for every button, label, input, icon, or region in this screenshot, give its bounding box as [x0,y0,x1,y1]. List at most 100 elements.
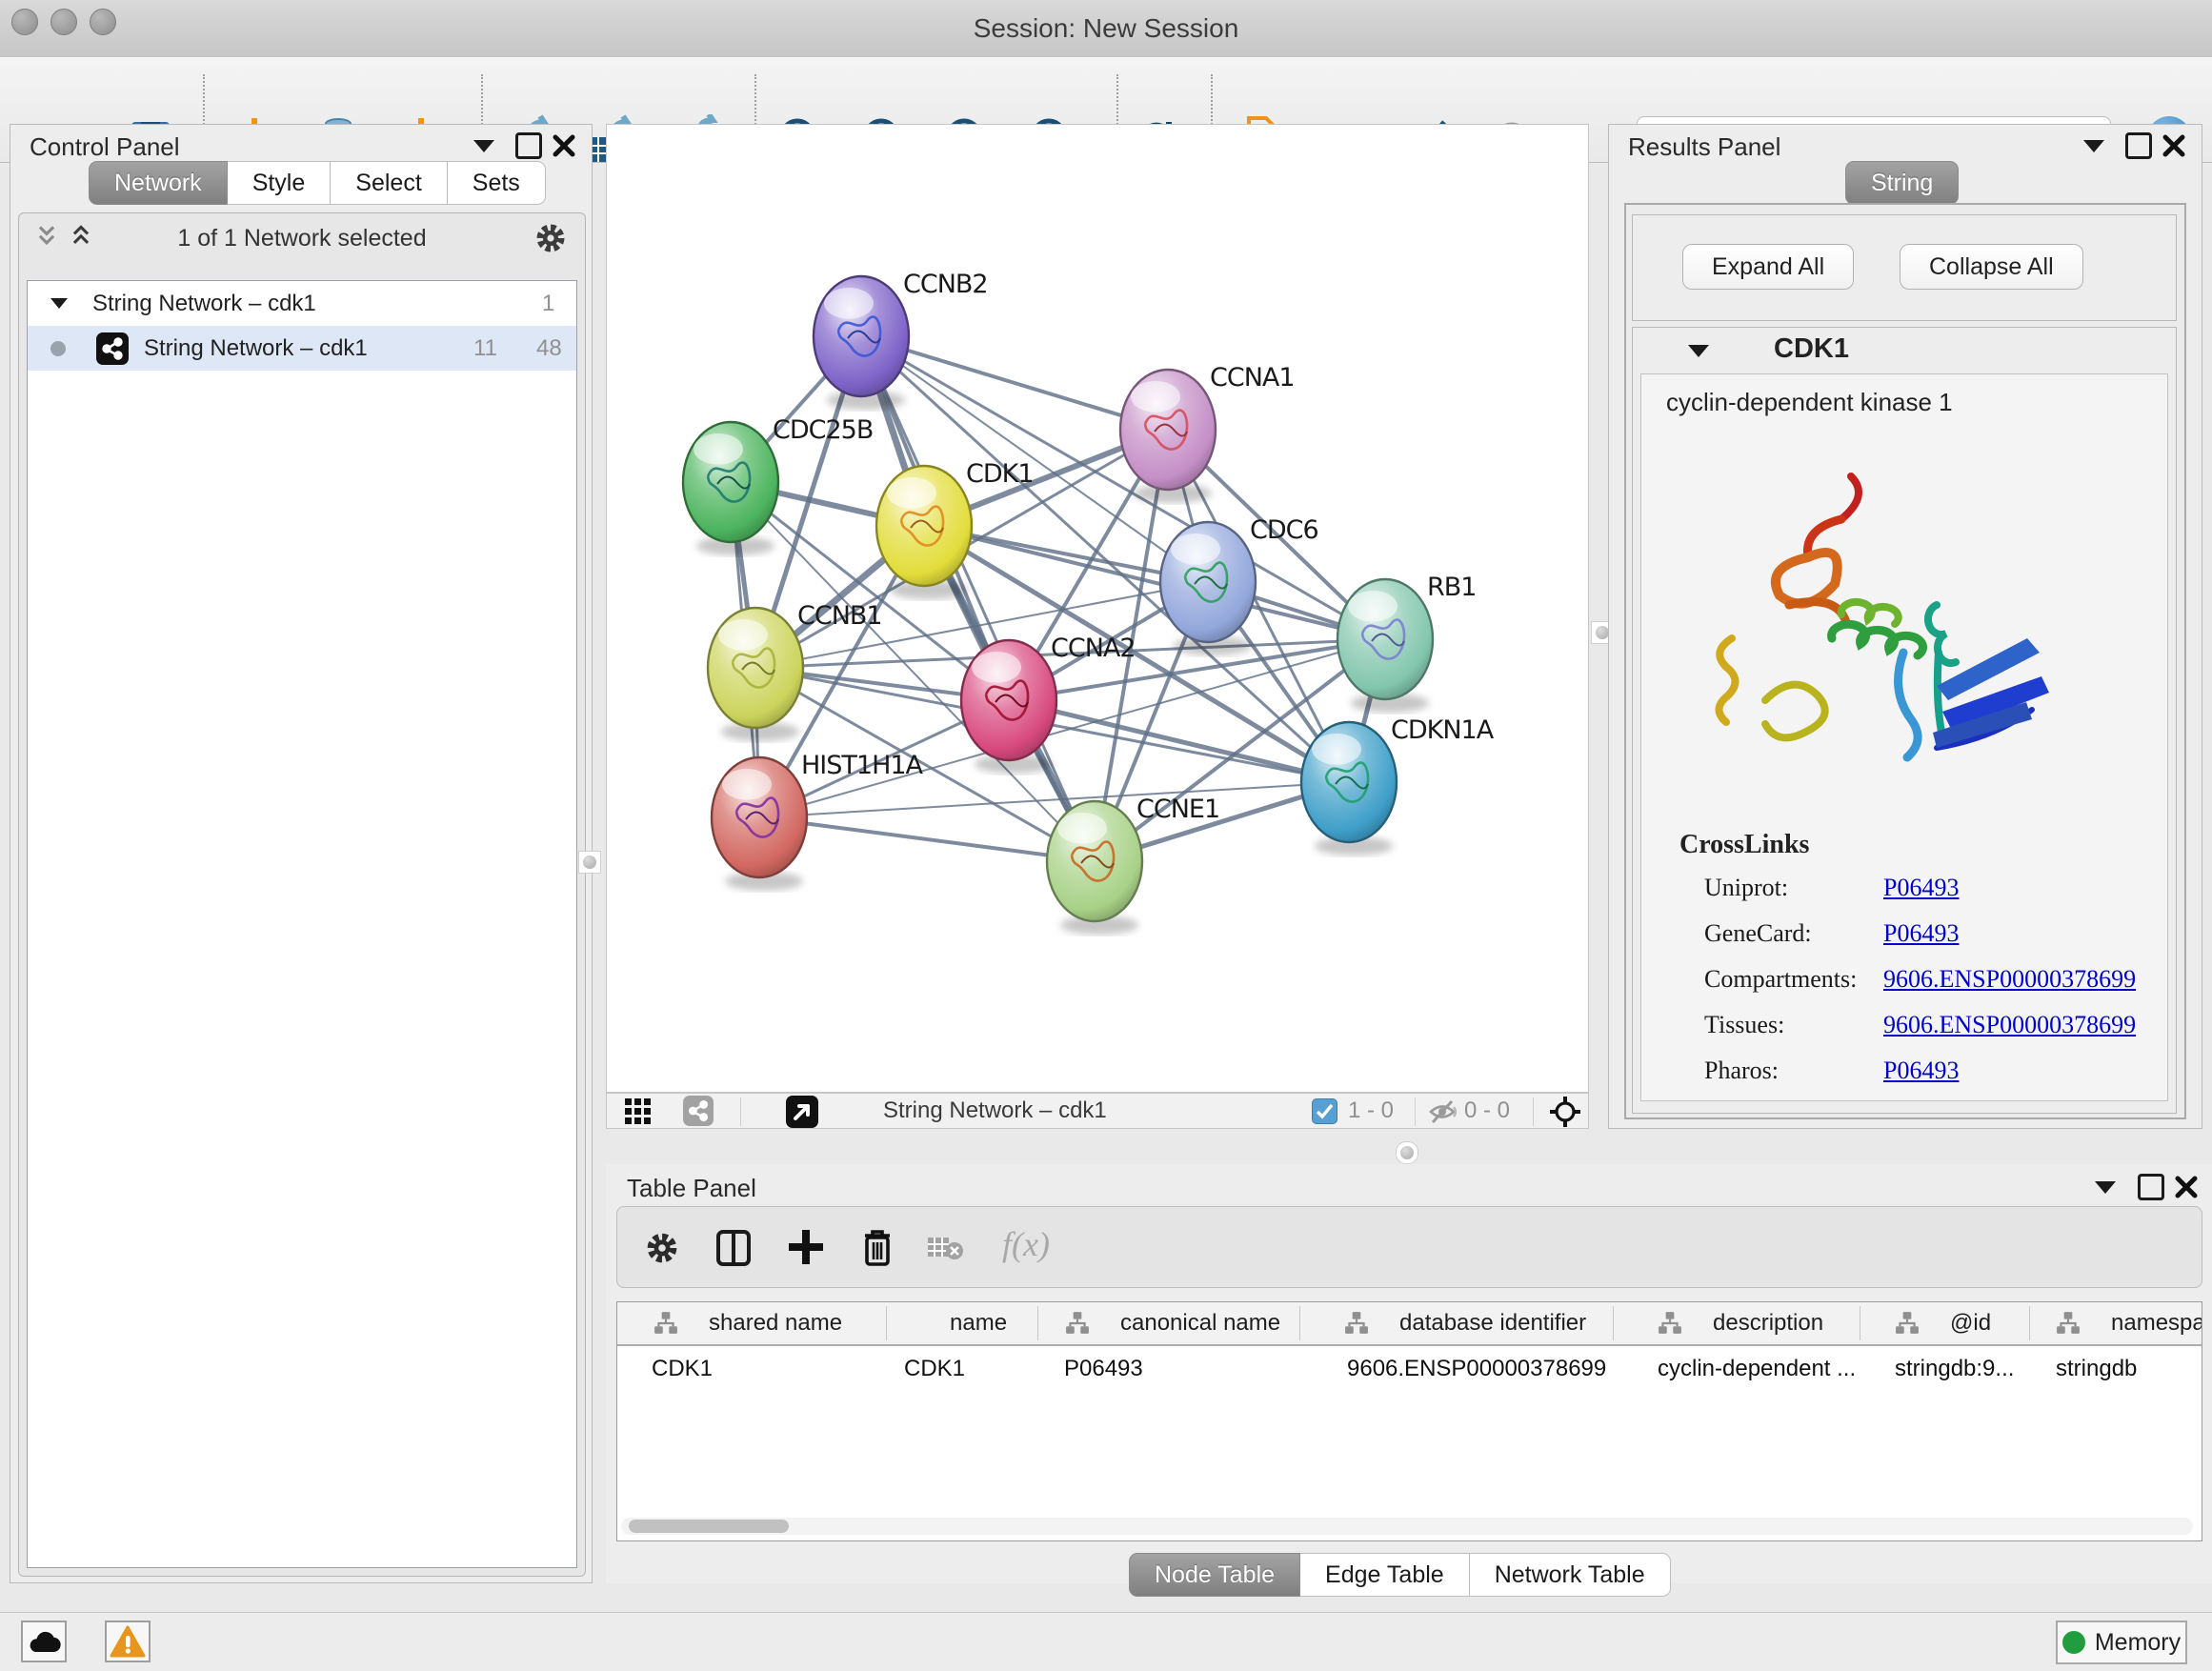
tab-string[interactable]: String [1845,161,1959,205]
network-node-ccnb2[interactable] [814,276,909,410]
bottom-splitter-handle[interactable] [1396,1141,1418,1164]
tree-expand-icon[interactable] [50,298,68,309]
crosslink-link[interactable]: P06493 [1883,874,1959,902]
column-header-name[interactable]: name [950,1310,1007,1337]
table-cell[interactable]: stringdb:9... [1895,1356,2014,1382]
tab-sets[interactable]: Sets [448,161,546,205]
node-label-ccnb1: CCNB1 [797,601,882,631]
footer-separator [740,1097,741,1126]
table-cell[interactable]: P06493 [1064,1356,1143,1382]
tab-network-table[interactable]: Network Table [1470,1553,1671,1597]
table-cell[interactable]: 9606.ENSP00000378699 [1347,1356,1606,1382]
crosslink-label: Pharos: [1704,1057,1883,1085]
network-node-ccne1[interactable] [1047,801,1142,935]
crosslink-link[interactable]: P06493 [1883,919,1959,948]
crosshair-icon[interactable] [1548,1095,1582,1129]
node-table[interactable]: shared name name canonical name database id… [616,1301,2202,1541]
network-tree-root-row[interactable]: String Network – cdk1 1 [28,281,576,326]
function-builder-icon[interactable]: f(x) [1002,1224,1050,1264]
birdseye-view-icon[interactable] [786,1096,818,1128]
footer-separator [1533,1097,1534,1126]
network-node-rb1[interactable] [1337,579,1433,713]
cloud-status-button[interactable] [21,1621,67,1662]
tab-network[interactable]: Network [89,161,228,205]
results-panel-tab-bar: String [1845,161,1959,205]
results-panel-float-icon[interactable] [2125,132,2152,159]
column-separator[interactable] [2029,1306,2030,1340]
left-splitter-handle[interactable] [578,851,601,874]
results-panel-collapse-icon[interactable] [2083,140,2104,152]
network-edge [861,336,1095,861]
column-header-canonical-name[interactable]: canonical name [1120,1310,1280,1337]
warning-icon [110,1625,146,1658]
network-node-ccnb1[interactable] [708,608,803,741]
table-cell[interactable]: CDK1 [904,1356,965,1382]
scrollbar-thumb[interactable] [629,1520,789,1533]
tree-column-icon [1658,1311,1682,1336]
column-header--id[interactable]: @id [1950,1310,1991,1337]
control-panel-float-icon[interactable] [515,132,542,159]
crosslink-label: GeneCard: [1704,919,1883,948]
collapse-all-button[interactable]: Collapse All [1900,244,2083,290]
expand-all-button[interactable]: Expand All [1682,244,1854,290]
tab-select[interactable]: Select [331,161,447,205]
grid-view-icon[interactable] [624,1097,653,1126]
show-columns-icon[interactable] [714,1228,753,1268]
network-share-icon[interactable] [683,1096,714,1126]
memory-button[interactable]: Memory [2056,1621,2187,1664]
warning-status-button[interactable] [105,1621,151,1662]
column-header-namespace[interactable]: namespace [2111,1310,2202,1337]
table-toolbar: f(x) [616,1206,2202,1288]
network-node-hist1h1a[interactable] [712,757,807,891]
column-header-description[interactable]: description [1713,1310,1823,1337]
node-label-cdc6: CDC6 [1250,515,1318,545]
network-selection-status: 1 of 1 Network selected [19,225,585,252]
column-separator[interactable] [1299,1306,1300,1340]
gear-icon[interactable] [533,221,568,255]
selected-checkbox-icon[interactable] [1312,1098,1337,1124]
tab-style[interactable]: Style [228,161,332,205]
crosslink-row: Compartments:9606.ENSP00000378699 [1704,965,2152,994]
network-node-cdc25b[interactable] [683,422,778,555]
table-type-tabs: Node TableEdge TableNetwork Table [1129,1553,1671,1597]
control-panel-close-icon[interactable] [552,133,576,158]
control-panel: Control Panel NetworkStyleSelectSets 1 o… [10,124,593,1583]
control-panel-collapse-icon[interactable] [473,140,494,152]
table-panel-close-icon[interactable] [2174,1175,2199,1199]
crosslink-link[interactable]: P06493 [1883,1057,1959,1085]
table-horizontal-scrollbar[interactable] [621,1518,2193,1535]
tree-column-icon [1895,1311,1920,1336]
results-panel-close-icon[interactable] [2162,133,2186,158]
tab-edge-table[interactable]: Edge Table [1300,1553,1470,1597]
column-separator[interactable] [886,1306,887,1340]
hidden-eye-icon[interactable] [1428,1098,1457,1125]
table-settings-gear-icon[interactable] [644,1230,680,1266]
column-header-database-identifier[interactable]: database identifier [1399,1310,1586,1337]
column-header-shared-name[interactable]: shared name [709,1310,842,1337]
column-separator[interactable] [1037,1306,1038,1340]
section-collapse-icon[interactable] [1688,345,1709,357]
table-panel-float-icon[interactable] [2138,1174,2164,1200]
delete-column-icon[interactable] [857,1226,897,1268]
string-network-graph[interactable]: CCNB2CCNA1CDC25BCDK1CDC6RB1CCNB1CCNA2CDK… [607,125,1588,1092]
node-label-rb1: RB1 [1427,573,1476,602]
network-node-cdk1[interactable] [876,466,972,599]
crosslinks-title: CrossLinks [1679,830,1809,860]
add-column-icon[interactable] [785,1226,827,1268]
crosslink-link[interactable]: 9606.ENSP00000378699 [1883,965,2136,994]
crosslink-label: Compartments: [1704,965,1883,994]
delete-table-icon[interactable] [926,1234,964,1262]
node-label-cdc25b: CDC25B [773,415,873,445]
network-node-cdkn1a[interactable] [1301,722,1397,856]
crosslink-link[interactable]: 9606.ENSP00000378699 [1883,1011,2136,1039]
network-canvas[interactable]: CCNB2CCNA1CDC25BCDK1CDC6RB1CCNB1CCNA2CDK… [606,124,1589,1093]
tab-node-table[interactable]: Node Table [1129,1553,1300,1597]
table-cell[interactable]: CDK1 [652,1356,713,1382]
table-panel-collapse-icon[interactable] [2095,1181,2116,1194]
hidden-nodes-edges-count: 0 - 0 [1464,1097,1510,1124]
network-node-cdc6[interactable] [1160,522,1256,655]
column-separator[interactable] [1613,1306,1614,1340]
table-cell[interactable]: stringdb [2056,1356,2137,1382]
table-cell[interactable]: cyclin-dependent ... [1658,1356,1856,1382]
network-tree-row-selected[interactable]: String Network – cdk1 11 48 [28,326,576,371]
